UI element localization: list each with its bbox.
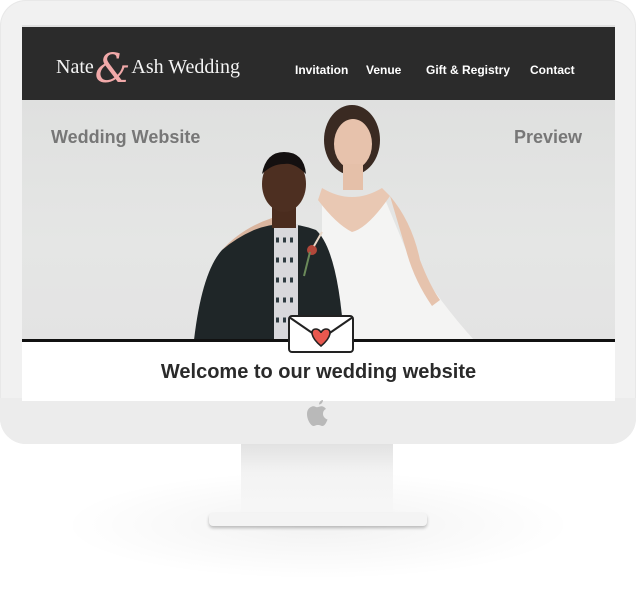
main-nav: Invitation Venue Gift & Registry Contact	[22, 63, 615, 79]
monitor-frame: Nate & Ash Wedding Invitation Venue Gift…	[0, 0, 636, 444]
welcome-heading: Welcome to our wedding website	[160, 361, 477, 383]
nav-invitation[interactable]: Invitation	[295, 63, 348, 77]
nav-gift-registry[interactable]: Gift & Registry	[426, 63, 510, 77]
monitor-screen: Nate & Ash Wedding Invitation Venue Gift…	[22, 25, 615, 401]
envelope-heart-icon	[288, 315, 354, 353]
apple-logo-icon	[307, 400, 328, 426]
monitor-stand-foot	[209, 513, 427, 526]
monitor-stand-neck	[241, 444, 393, 516]
nav-contact[interactable]: Contact	[530, 63, 575, 77]
nav-venue[interactable]: Venue	[366, 63, 401, 77]
hero-photo: Wedding Website Preview	[22, 100, 615, 340]
hero-title-right: Preview	[513, 127, 582, 147]
hero-title-left: Wedding Website	[51, 127, 201, 147]
site-header: Nate & Ash Wedding Invitation Venue Gift…	[22, 27, 615, 100]
